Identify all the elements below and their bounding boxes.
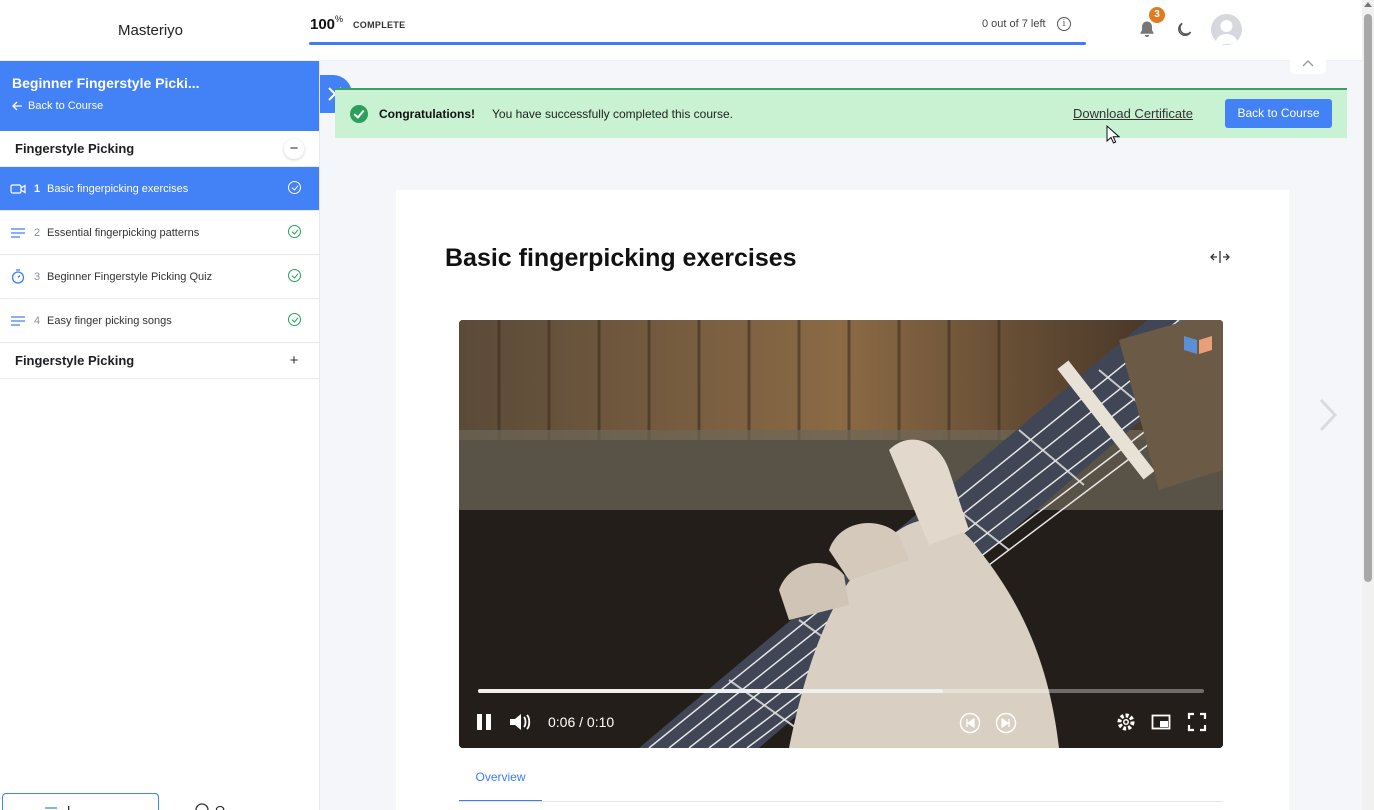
download-certificate-link[interactable]: Download Certificate xyxy=(1073,106,1193,121)
list-icon xyxy=(45,806,57,809)
channel-logo-icon[interactable] xyxy=(1182,330,1214,356)
lesson-item-1[interactable]: 1 Basic fingerpicking exercises xyxy=(0,167,319,211)
video-icon xyxy=(10,181,26,197)
completed-check-icon xyxy=(288,181,301,194)
moon-icon[interactable] xyxy=(1176,20,1194,38)
completed-check-icon xyxy=(288,225,301,238)
section-header-2[interactable]: Fingerstyle Picking + xyxy=(0,343,319,379)
back-to-course-link[interactable]: Back to Course xyxy=(12,100,307,112)
section-header-1[interactable]: Fingerstyle Picking − xyxy=(0,131,319,167)
completed-check-icon xyxy=(288,313,301,326)
collapse-minus-icon[interactable]: − xyxy=(284,138,304,159)
skip-back-icon[interactable] xyxy=(959,712,981,734)
progress-label: COMPLETE xyxy=(353,20,406,30)
lesson-heading: Basic fingerpicking exercises xyxy=(445,244,797,272)
lessons-left-text: 0 out of 7 left xyxy=(982,18,1046,30)
progress-percent: 100% xyxy=(310,14,344,33)
user-silhouette-icon xyxy=(1215,20,1238,44)
pause-icon[interactable] xyxy=(475,712,493,732)
sidebar-header: Beginner Fingerstyle Picki... Back to Co… xyxy=(0,61,319,131)
text-lines-icon xyxy=(10,313,26,329)
alert-message: You have successfully completed this cou… xyxy=(492,107,734,121)
tab-overview[interactable]: Overview xyxy=(459,762,542,802)
course-progress-fill xyxy=(309,42,1086,45)
lesson-title: Basic fingerpicking exercises xyxy=(47,182,189,195)
scroll-thumb[interactable] xyxy=(1364,14,1372,582)
lesson-content-card: Basic fingerpicking exercises 0:06 / 0:1… xyxy=(396,190,1289,810)
brand-logo-text[interactable]: Masteriyo xyxy=(118,22,183,39)
stopwatch-icon xyxy=(10,269,26,285)
expand-width-icon[interactable] xyxy=(1210,250,1230,264)
alert-title: Congratulations! xyxy=(379,107,475,121)
scroll-up-arrow-icon[interactable] xyxy=(1364,2,1372,7)
lesson-title: Beginner Fingerstyle Picking Quiz xyxy=(47,270,213,283)
completed-check-icon xyxy=(288,269,301,282)
collapse-header-button[interactable] xyxy=(1290,54,1326,74)
lesson-item-3[interactable]: 3 Beginner Fingerstyle Picking Quiz xyxy=(0,255,319,299)
top-header: Masteriyo 100% COMPLETE 0 out of 7 left … xyxy=(0,0,1362,61)
sidebar-bottom-tabs: L Q xyxy=(0,793,320,810)
course-title: Beginner Fingerstyle Picki... xyxy=(12,75,200,91)
tab-questions[interactable]: Q xyxy=(195,793,225,810)
arrow-left-icon xyxy=(12,101,22,111)
back-to-course-button[interactable]: Back to Course xyxy=(1225,99,1332,128)
expand-plus-icon[interactable]: + xyxy=(284,351,304,371)
chevron-up-icon xyxy=(1302,60,1314,67)
video-seek-fill xyxy=(478,689,943,693)
fullscreen-icon[interactable] xyxy=(1187,712,1207,732)
info-icon[interactable]: i xyxy=(1057,17,1071,31)
text-lines-icon xyxy=(10,225,26,241)
notification-badge: 3 xyxy=(1149,7,1165,23)
success-check-icon xyxy=(350,105,368,123)
question-circle-icon xyxy=(195,803,209,810)
picture-in-picture-icon[interactable] xyxy=(1151,712,1171,732)
next-lesson-arrow-icon[interactable] xyxy=(1318,398,1338,432)
lesson-item-2[interactable]: 2 Essential fingerpicking patterns xyxy=(0,211,319,255)
lesson-item-4[interactable]: 4 Easy finger picking songs xyxy=(0,299,319,343)
lesson-title: Essential fingerpicking patterns xyxy=(47,226,200,239)
completion-alert: Congratulations! You have successfully c… xyxy=(335,88,1347,138)
course-sidebar: Beginner Fingerstyle Picki... Back to Co… xyxy=(0,61,320,810)
video-player[interactable]: 0:06 / 0:10 xyxy=(459,320,1223,748)
settings-gear-icon[interactable] xyxy=(1116,712,1136,732)
mouse-cursor-icon xyxy=(1106,125,1120,144)
tab-divider xyxy=(459,801,1223,802)
avatar[interactable] xyxy=(1211,14,1242,45)
video-seek-bar[interactable] xyxy=(478,689,1204,693)
tab-lessons[interactable]: L xyxy=(2,793,159,810)
lesson-title: Easy finger picking songs xyxy=(47,314,172,327)
course-progress-bar xyxy=(309,42,1086,45)
volume-icon[interactable] xyxy=(509,712,533,732)
skip-forward-icon[interactable] xyxy=(995,712,1017,734)
page-scrollbar[interactable] xyxy=(1362,0,1374,810)
video-time: 0:06 / 0:10 xyxy=(548,714,615,730)
video-frame-guitar xyxy=(459,320,1223,748)
